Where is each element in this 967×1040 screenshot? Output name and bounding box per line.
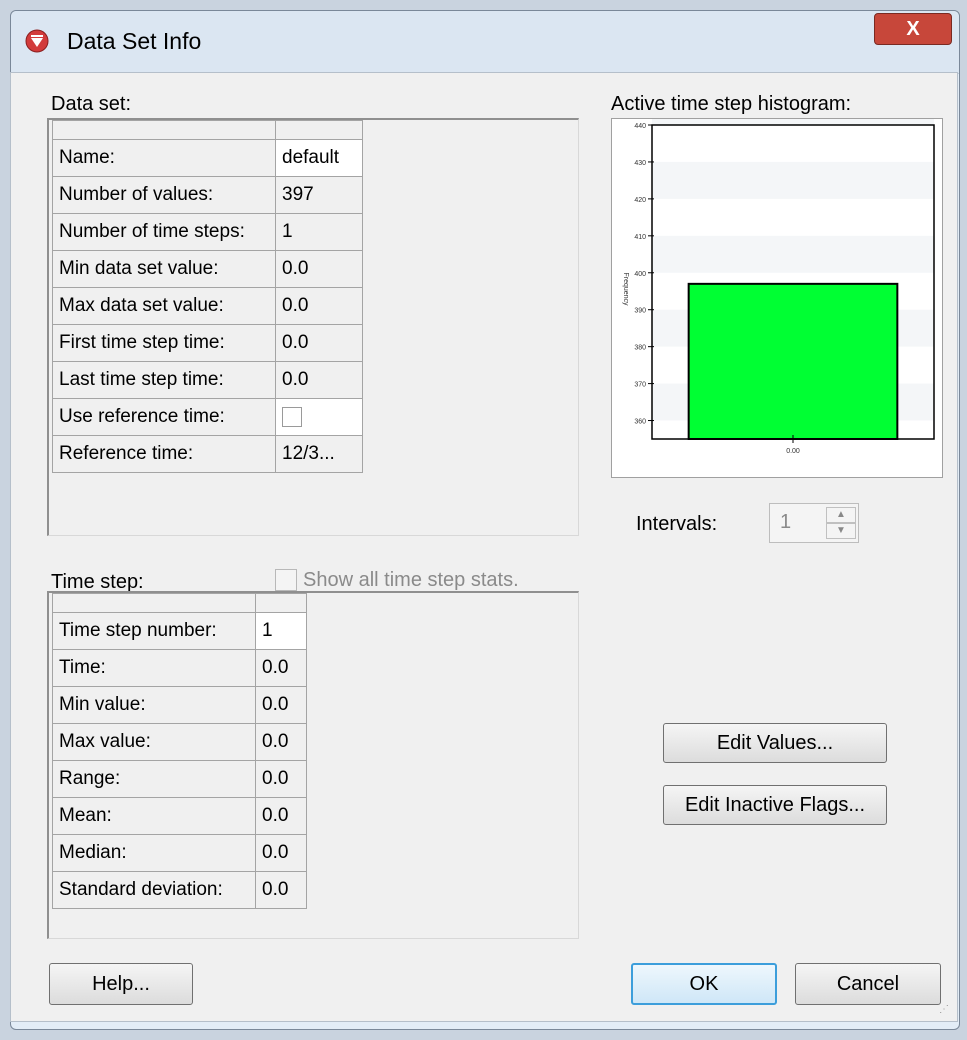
table-row[interactable]: Number of time steps: 1 <box>52 213 363 251</box>
y-tick-label: 390 <box>634 308 646 315</box>
table-row[interactable]: Max value: 0.0 <box>52 723 307 761</box>
histogram-bar <box>687 282 899 440</box>
y-tick-label: 380 <box>634 345 646 352</box>
y-axis-label: Frequency <box>622 272 629 306</box>
row-value: 0.0 <box>255 649 307 687</box>
dataset-panel[interactable]: Name: default Number of values: 397 Number… <box>47 118 579 536</box>
header-cell <box>275 120 363 140</box>
table-row[interactable]: Mean: 0.0 <box>52 797 307 835</box>
histogram-chart: 360 370 380 390 400 410 420 430 440 Frequency 0.00 <box>611 88 943 478</box>
row-value[interactable]: 1 <box>255 612 307 650</box>
row-value: 0.0 <box>255 797 307 835</box>
header-cell <box>52 120 276 140</box>
show-all-stats-label: Show all time step stats. <box>303 569 519 591</box>
y-tick-label: 370 <box>634 382 646 389</box>
ok-button[interactable]: OK <box>631 963 777 1005</box>
edit-inactive-flags-button[interactable]: Edit Inactive Flags... <box>663 785 887 825</box>
table-row[interactable]: Time: 0.0 <box>52 649 307 687</box>
histogram-label: Active time step histogram: <box>611 93 852 115</box>
row-label: Time: <box>52 649 256 687</box>
close-button[interactable]: X <box>874 13 952 45</box>
row-label: Standard deviation: <box>52 871 256 909</box>
grid-band <box>652 161 934 199</box>
dialog-client: Data set: Name: default Number of values:… <box>10 72 958 1022</box>
table-row[interactable]: First time step time: 0.0 <box>52 324 363 362</box>
edit-values-button[interactable]: Edit Values... <box>663 723 887 763</box>
row-label: Number of time steps: <box>52 213 276 251</box>
histogram-svg: 360 370 380 390 400 410 420 430 440 Frequency 0.00 <box>622 88 935 455</box>
row-value-checkbox[interactable] <box>275 398 363 436</box>
row-value: 397 <box>275 176 363 214</box>
row-value[interactable]: default <box>275 139 363 177</box>
row-label: Median: <box>52 834 256 872</box>
row-value: 0.0 <box>255 871 307 909</box>
window-title: Data Set Info <box>67 28 202 54</box>
table-row[interactable]: Max data set value: 0.0 <box>52 287 363 325</box>
row-label: Use reference time: <box>52 398 276 436</box>
table-row[interactable]: Last time step time: 0.0 <box>52 361 363 399</box>
timestep-panel[interactable]: Time step number: 1 Time: 0.0 Min value: 0.… <box>47 591 579 939</box>
table-row[interactable]: Standard deviation: 0.0 <box>52 871 307 909</box>
header-cell <box>255 593 307 613</box>
row-label: Last time step time: <box>52 361 276 399</box>
help-button[interactable]: Help... <box>49 963 193 1005</box>
row-label: First time step time: <box>52 324 276 362</box>
use-reference-time-checkbox[interactable] <box>282 407 302 427</box>
row-label: Number of values: <box>52 176 276 214</box>
row-label: Max data set value: <box>52 287 276 325</box>
title-bar[interactable]: Data Set Info X <box>11 11 959 74</box>
y-tick-label: 430 <box>634 160 646 167</box>
dataset-label: Data set: <box>51 93 132 115</box>
grid-band <box>652 235 934 273</box>
table-row[interactable]: Time step number: 1 <box>52 612 307 650</box>
row-label: Range: <box>52 760 256 798</box>
spin-up-button[interactable]: ▲ <box>826 507 856 523</box>
row-value: 0.0 <box>255 760 307 798</box>
spin-down-button[interactable]: ▼ <box>826 523 856 539</box>
resize-grip-icon[interactable]: ⋰ <box>939 1003 953 1017</box>
row-label: Min value: <box>52 686 256 724</box>
row-value: 0.0 <box>275 361 363 399</box>
timestep-table: Time step number: 1 Time: 0.0 Min value: 0.… <box>52 593 307 909</box>
table-row[interactable]: Number of values: 397 <box>52 176 363 214</box>
intervals-value[interactable]: 1 <box>780 511 791 534</box>
table-row[interactable]: Min data set value: 0.0 <box>52 250 363 288</box>
table-row[interactable]: Range: 0.0 <box>52 760 307 798</box>
x-tick-label: 0.00 <box>786 448 800 455</box>
row-label: Max value: <box>52 723 256 761</box>
row-label: Time step number: <box>52 612 256 650</box>
row-label: Min data set value: <box>52 250 276 288</box>
row-value: 0.0 <box>275 250 363 288</box>
row-value: 0.0 <box>255 834 307 872</box>
table-row[interactable]: Median: 0.0 <box>52 834 307 872</box>
grid-band <box>652 88 934 125</box>
app-icon <box>25 29 49 53</box>
y-tick-label: 400 <box>634 271 646 278</box>
y-tick-label: 410 <box>634 234 646 241</box>
cancel-button[interactable]: Cancel <box>795 963 941 1005</box>
row-value[interactable]: 12/3... <box>275 435 363 473</box>
intervals-spinner[interactable]: 1 ▲ ▼ <box>769 503 859 543</box>
row-label: Reference time: <box>52 435 276 473</box>
table-row[interactable]: Use reference time: <box>52 398 363 436</box>
row-label: Mean: <box>52 797 256 835</box>
table-row[interactable]: Reference time: 12/3... <box>52 435 363 473</box>
row-value: 0.0 <box>275 287 363 325</box>
show-all-stats-checkbox[interactable] <box>275 569 297 591</box>
dataset-table: Name: default Number of values: 397 Number… <box>52 120 363 473</box>
row-label: Name: <box>52 139 276 177</box>
y-tick-label: 420 <box>634 197 646 204</box>
y-tick-label: 440 <box>634 123 646 130</box>
table-row[interactable]: Name: default <box>52 139 363 177</box>
header-cell <box>52 593 256 613</box>
y-tick-label: 360 <box>634 419 646 426</box>
intervals-label: Intervals: <box>636 513 718 535</box>
row-value: 1 <box>275 213 363 251</box>
table-row[interactable]: Min value: 0.0 <box>52 686 307 724</box>
row-value: 0.0 <box>255 723 307 761</box>
row-value: 0.0 <box>255 686 307 724</box>
row-value: 0.0 <box>275 324 363 362</box>
